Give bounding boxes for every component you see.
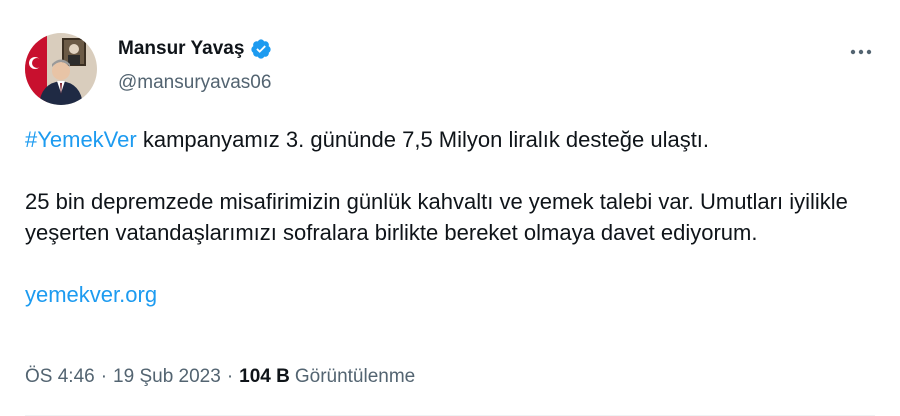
avatar[interactable] bbox=[25, 33, 97, 105]
views-count: 104 B bbox=[239, 366, 290, 387]
tweet-paragraph-2: 25 bin depremzede misafirimizin günlük k… bbox=[25, 189, 848, 245]
tweet-card: Mansur Yavaş @mansuryavas06 #YemekVer ka… bbox=[0, 0, 900, 416]
author-name-row: Mansur Yavaş bbox=[118, 38, 272, 60]
tweet-paragraph-1: #YemekVer kampanyamız 3. gününde 7,5 Mil… bbox=[25, 124, 875, 155]
tweet-line1-text: kampanyamız 3. gününde 7,5 Milyon liralı… bbox=[136, 127, 710, 152]
tweet-meta: ÖS 4:46 · 19 Şub 2023 · 104 B Görüntülen… bbox=[25, 366, 415, 388]
tweet-date[interactable]: 19 Şub 2023 bbox=[113, 366, 221, 388]
more-horizontal-icon bbox=[850, 49, 872, 55]
author-display-name[interactable]: Mansur Yavaş bbox=[118, 38, 244, 60]
meta-separator: · bbox=[100, 366, 108, 387]
hashtag-link[interactable]: #YemekVer bbox=[25, 127, 137, 152]
tweet-text: #YemekVer kampanyamız 3. gününde 7,5 Mil… bbox=[25, 124, 875, 310]
tweet-time[interactable]: ÖS 4:46 bbox=[25, 366, 95, 388]
meta-separator: · bbox=[226, 366, 234, 387]
more-options-button[interactable] bbox=[844, 38, 878, 66]
views-label: Görüntülenme bbox=[294, 366, 416, 387]
tweet-link-paragraph: yemekver.org bbox=[25, 279, 875, 310]
external-link[interactable]: yemekver.org bbox=[25, 282, 157, 307]
verified-badge-icon[interactable] bbox=[250, 38, 272, 60]
author-handle[interactable]: @mansuryavas06 bbox=[118, 72, 271, 94]
avatar-image bbox=[25, 33, 97, 105]
